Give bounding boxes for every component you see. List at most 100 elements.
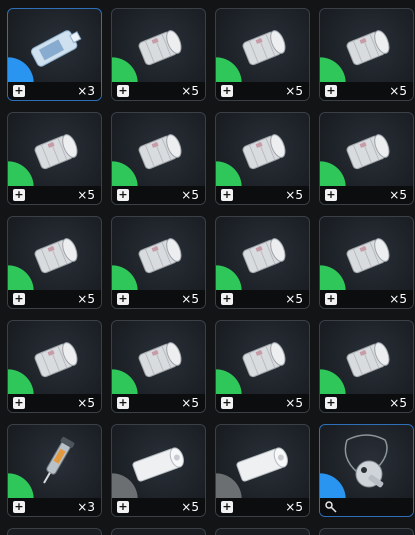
- medical-plus-icon: +: [13, 396, 25, 409]
- inventory-slot-bandage-roll[interactable]: + ×5: [319, 320, 414, 413]
- inventory-slot-bandage-roll[interactable]: + ×5: [7, 216, 102, 309]
- inventory-slot-bandage-roll[interactable]: + ×5: [7, 320, 102, 413]
- medical-plus-icon: +: [325, 292, 337, 305]
- item-quantity: ×5: [181, 500, 199, 514]
- medical-plus-icon: +: [117, 292, 129, 305]
- slot-info-bar: + ×5: [216, 498, 309, 516]
- bandage-roll-icon: [29, 234, 81, 282]
- medical-plus-icon: +: [325, 84, 337, 97]
- inventory-slot-partial[interactable]: [111, 528, 206, 535]
- bandage-roll-icon: [341, 338, 393, 386]
- bandage-roll-icon: [133, 130, 185, 178]
- item-quantity: ×5: [389, 396, 407, 410]
- inventory-slot-partial[interactable]: [319, 528, 414, 535]
- inventory-slot-bandage-roll[interactable]: + ×5: [111, 112, 206, 205]
- item-quantity: ×3: [77, 84, 95, 98]
- medical-plus-icon: +: [325, 188, 337, 201]
- item-quantity: ×5: [181, 188, 199, 202]
- medical-plus-icon: +: [13, 292, 25, 305]
- inventory-slot-gauze-bandage[interactable]: + ×5: [215, 424, 310, 517]
- medical-plus-icon: +: [13, 500, 25, 513]
- slot-info-bar: + ×3: [8, 82, 101, 100]
- item-quantity: ×5: [285, 500, 303, 514]
- gauze-bandage-icon: [234, 446, 292, 486]
- medical-plus-icon: +: [221, 500, 233, 513]
- inventory-slot-bandage-roll[interactable]: + ×5: [111, 8, 206, 101]
- bandage-roll-icon: [133, 26, 185, 74]
- slot-info-bar: + ×5: [216, 290, 309, 308]
- blood-bag-icon: [26, 28, 84, 72]
- slot-info-bar: + ×5: [112, 394, 205, 412]
- inventory-slot-bandage-roll[interactable]: + ×5: [111, 320, 206, 413]
- injector-icon: [33, 434, 77, 498]
- inventory-slot-bandage-roll[interactable]: + ×5: [215, 8, 310, 101]
- slot-info-bar: + ×3: [8, 498, 101, 516]
- inventory-slot-bandage-roll[interactable]: + ×5: [319, 8, 414, 101]
- bandage-roll-icon: [341, 234, 393, 282]
- item-quantity: ×5: [285, 188, 303, 202]
- gauze-bandage-icon: [130, 446, 188, 486]
- slot-info-bar: + ×5: [320, 186, 413, 204]
- bandage-roll-icon: [133, 338, 185, 386]
- item-quantity: ×5: [285, 84, 303, 98]
- item-quantity: ×5: [77, 188, 95, 202]
- slot-info-bar: + ×5: [320, 394, 413, 412]
- item-quantity: ×5: [389, 292, 407, 306]
- item-quantity: ×5: [181, 396, 199, 410]
- slot-info-bar: + ×5: [112, 290, 205, 308]
- bandage-roll-icon: [29, 130, 81, 178]
- medical-plus-icon: +: [221, 188, 233, 201]
- inventory-slot-bandage-roll[interactable]: + ×5: [319, 216, 414, 309]
- inventory-slot-partial[interactable]: [7, 528, 102, 535]
- bandage-roll-icon: [237, 234, 289, 282]
- medical-plus-icon: +: [13, 84, 25, 97]
- medical-plus-icon: +: [13, 188, 25, 201]
- inventory-slot-bandage-roll[interactable]: + ×5: [319, 112, 414, 205]
- inventory-grid: + ×3 + ×5 + ×5 + ×5 + ×5 + ×5 + ×5 + ×5 + ×5 + ×5 + ×5 + ×5 + ×5 +…: [0, 0, 415, 535]
- bandage-roll-icon: [29, 338, 81, 386]
- slot-info-bar: + ×5: [8, 290, 101, 308]
- inventory-slot-blood-bag[interactable]: + ×3: [7, 8, 102, 101]
- slot-info-bar: + ×5: [216, 82, 309, 100]
- slot-info-bar: + ×5: [8, 394, 101, 412]
- item-quantity: ×3: [77, 500, 95, 514]
- inventory-slot-bandage-roll[interactable]: + ×5: [111, 216, 206, 309]
- item-quantity: ×5: [181, 84, 199, 98]
- bandage-roll-icon: [341, 130, 393, 178]
- medical-plus-icon: +: [117, 500, 129, 513]
- medical-plus-icon: +: [117, 84, 129, 97]
- inventory-slot-bandage-roll[interactable]: + ×5: [7, 112, 102, 205]
- key-icon: [325, 501, 337, 513]
- inventory-slot-keycard-on-lanyard[interactable]: [319, 424, 414, 517]
- inventory-slot-bandage-roll[interactable]: + ×5: [215, 216, 310, 309]
- slot-info-bar: + ×5: [320, 82, 413, 100]
- bandage-roll-icon: [237, 338, 289, 386]
- item-quantity: ×5: [285, 396, 303, 410]
- medical-plus-icon: +: [325, 396, 337, 409]
- item-quantity: ×5: [285, 292, 303, 306]
- inventory-slot-partial[interactable]: [215, 528, 310, 535]
- medical-plus-icon: +: [117, 188, 129, 201]
- slot-info-bar: + ×5: [8, 186, 101, 204]
- slot-info-bar: [320, 498, 413, 516]
- medical-plus-icon: +: [117, 396, 129, 409]
- bandage-roll-icon: [341, 26, 393, 74]
- medical-plus-icon: +: [221, 396, 233, 409]
- keycard-on-lanyard-icon: [335, 432, 399, 500]
- inventory-slot-bandage-roll[interactable]: + ×5: [215, 320, 310, 413]
- slot-info-bar: + ×5: [320, 290, 413, 308]
- item-quantity: ×5: [389, 84, 407, 98]
- medical-plus-icon: +: [221, 84, 233, 97]
- slot-info-bar: + ×5: [112, 186, 205, 204]
- slot-info-bar: + ×5: [112, 82, 205, 100]
- item-quantity: ×5: [389, 188, 407, 202]
- item-quantity: ×5: [181, 292, 199, 306]
- slot-info-bar: + ×5: [216, 186, 309, 204]
- medical-plus-icon: +: [221, 292, 233, 305]
- bandage-roll-icon: [237, 26, 289, 74]
- inventory-slot-bandage-roll[interactable]: + ×5: [215, 112, 310, 205]
- item-quantity: ×5: [77, 396, 95, 410]
- inventory-slot-gauze-bandage[interactable]: + ×5: [111, 424, 206, 517]
- inventory-slot-injector[interactable]: + ×3: [7, 424, 102, 517]
- bandage-roll-icon: [237, 130, 289, 178]
